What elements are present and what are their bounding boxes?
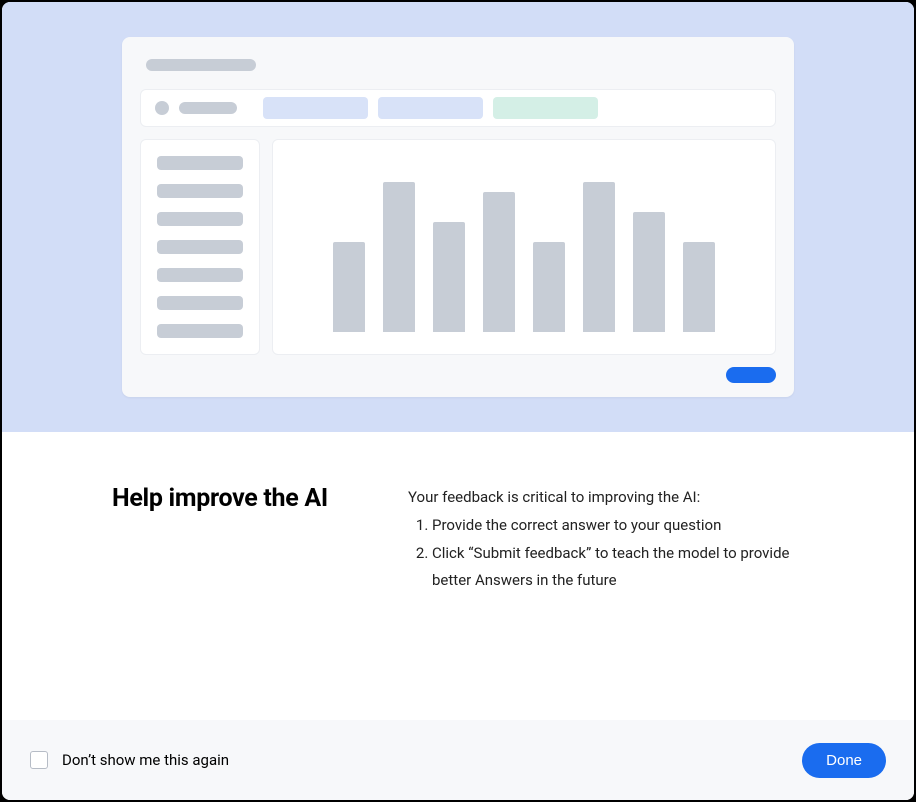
content-left: Help improve the AI (112, 484, 372, 720)
steps-list: Provide the correct answer to your quest… (408, 512, 804, 595)
mock-sidebar-item (157, 212, 243, 226)
mock-sidebar-item (157, 296, 243, 310)
mock-sidebar-item (157, 184, 243, 198)
dont-show-again-wrap[interactable]: Don’t show me this again (30, 751, 229, 769)
mock-sidebar-item (157, 156, 243, 170)
step-item: Click “Submit feedback” to teach the mod… (432, 540, 804, 596)
mock-app-window (122, 37, 794, 397)
mock-toolbar (140, 89, 776, 127)
mock-sidebar-item (157, 240, 243, 254)
mock-toolbar-text (179, 102, 237, 114)
mock-chart-bar (633, 212, 665, 332)
mock-chart-bar (583, 182, 615, 332)
onboarding-modal: Help improve the AI Your feedback is cri… (2, 2, 914, 800)
mock-pill-2 (378, 97, 483, 119)
done-button[interactable]: Done (802, 743, 886, 778)
mock-avatar-dot (155, 101, 169, 115)
mock-chart-bar (333, 242, 365, 332)
mock-sidebar (140, 139, 260, 355)
mock-chart (272, 139, 776, 355)
page-title: Help improve the AI (112, 484, 372, 513)
mock-title-placeholder (146, 59, 256, 71)
mock-pill-3 (493, 97, 598, 119)
mock-primary-button (726, 367, 776, 383)
dont-show-again-checkbox[interactable] (30, 751, 48, 769)
dont-show-again-label: Don’t show me this again (62, 751, 229, 769)
mock-sidebar-item (157, 268, 243, 282)
modal-footer: Don’t show me this again Done (2, 720, 914, 800)
hero-illustration (2, 2, 914, 432)
mock-body (140, 139, 776, 355)
mock-pill-1 (263, 97, 368, 119)
intro-text: Your feedback is critical to improving t… (408, 484, 804, 512)
content-section: Help improve the AI Your feedback is cri… (2, 432, 914, 720)
step-item: Provide the correct answer to your quest… (432, 512, 804, 540)
mock-chart-bar (483, 192, 515, 332)
mock-chart-bar (533, 242, 565, 332)
mock-sidebar-item (157, 324, 243, 338)
mock-chart-bar (433, 222, 465, 332)
mock-chart-bar (383, 182, 415, 332)
content-right: Your feedback is critical to improving t… (408, 484, 804, 720)
mock-footer (140, 367, 776, 383)
mock-chart-bar (683, 242, 715, 332)
